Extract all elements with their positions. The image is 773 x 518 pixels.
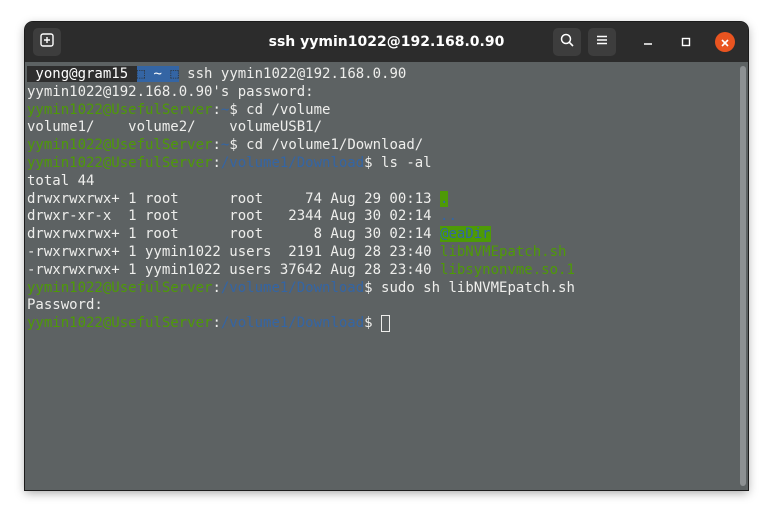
terminal-line: yymin1022@UsefulServer:/volume1/Download… bbox=[27, 315, 734, 333]
listing-name: libNVMEpatch.sh bbox=[440, 243, 567, 260]
prompt-path: /volume1/Download bbox=[220, 279, 365, 296]
listing-meta: drwxrwxrwx+ 1 root root 8 Aug 30 02:14 bbox=[27, 226, 441, 243]
terminal-line: yymin1022@UsefulServer:~$ cd /volume1/Do… bbox=[27, 137, 734, 155]
command-text: $ bbox=[364, 315, 382, 332]
terminal-window: ssh yymin1022@192.168.0.90 yong@gram15 ⬚… bbox=[25, 22, 748, 490]
title-bar[interactable]: ssh yymin1022@192.168.0.90 bbox=[25, 22, 748, 62]
search-button[interactable] bbox=[553, 28, 581, 56]
listing-meta: drwxr-xr-x 1 root root 2344 Aug 30 02:14 bbox=[27, 208, 441, 225]
listing-name: . bbox=[440, 190, 449, 207]
command-text: $ ls -al bbox=[364, 154, 432, 171]
listing-row: -rwxrwxrwx+ 1 yymin1022 users 2191 Aug 2… bbox=[27, 244, 734, 262]
remote-prompt-user: yymin1022@UsefulServer bbox=[27, 137, 213, 154]
scrollbar[interactable] bbox=[740, 66, 746, 486]
prompt-separator-glyph: ⬚ bbox=[136, 66, 146, 82]
local-prompt-dir: ~ bbox=[145, 66, 171, 82]
command-text: $ cd /volume bbox=[229, 101, 331, 118]
remote-prompt-user: yymin1022@UsefulServer bbox=[27, 154, 213, 171]
terminal-line: yymin1022@UsefulServer:~$ cd /volume bbox=[27, 102, 734, 120]
terminal-line: total 44 bbox=[27, 172, 95, 189]
listing-meta: -rwxrwxrwx+ 1 yymin1022 users 37642 Aug … bbox=[27, 261, 441, 278]
prompt-colon: : bbox=[212, 154, 221, 171]
prompt-colon: : bbox=[212, 279, 221, 296]
text-cursor bbox=[381, 315, 391, 333]
listing-name: @eaDir bbox=[440, 226, 491, 243]
minimize-icon bbox=[642, 33, 654, 52]
maximize-button[interactable] bbox=[675, 31, 697, 53]
hamburger-menu-icon bbox=[594, 32, 610, 52]
prompt-colon: : bbox=[212, 315, 221, 332]
terminal-line: yong@gram15 ⬚ ~ ⬚ ssh yymin1022@192.168.… bbox=[27, 66, 734, 84]
prompt-colon: : bbox=[212, 137, 221, 154]
terminal-output[interactable]: yong@gram15 ⬚ ~ ⬚ ssh yymin1022@192.168.… bbox=[25, 62, 734, 490]
terminal-line: yymin1022@192.168.0.90's password: bbox=[27, 83, 314, 100]
new-tab-button[interactable] bbox=[33, 28, 61, 56]
menu-button[interactable] bbox=[588, 28, 616, 56]
command-text: $ cd /volume1/Download/ bbox=[229, 137, 424, 154]
listing-meta: -rwxrwxrwx+ 1 yymin1022 users 2191 Aug 2… bbox=[27, 243, 441, 260]
terminal-line: Password: bbox=[27, 297, 103, 314]
remote-prompt-user: yymin1022@UsefulServer bbox=[27, 279, 213, 296]
command-text: $ sudo sh libNVMEpatch.sh bbox=[364, 279, 575, 296]
maximize-icon bbox=[680, 33, 692, 52]
listing-meta: drwxrwxrwx+ 1 root root 74 Aug 29 00:13 bbox=[27, 190, 441, 207]
listing-row: -rwxrwxrwx+ 1 yymin1022 users 37642 Aug … bbox=[27, 262, 734, 280]
remote-prompt-user: yymin1022@UsefulServer bbox=[27, 315, 213, 332]
prompt-separator-glyph: ⬚ bbox=[170, 66, 179, 82]
close-icon bbox=[720, 33, 730, 52]
terminal-line: yymin1022@UsefulServer:/volume1/Download… bbox=[27, 155, 734, 173]
listing-row: drwxr-xr-x 1 root root 2344 Aug 30 02:14… bbox=[27, 208, 734, 226]
remote-prompt-user: yymin1022@UsefulServer bbox=[27, 101, 213, 118]
terminal-line: yymin1022@UsefulServer:/volume1/Download… bbox=[27, 280, 734, 298]
listing-name: libsynonvme.so.1 bbox=[440, 261, 575, 278]
close-button[interactable] bbox=[714, 31, 736, 53]
prompt-colon: : bbox=[212, 101, 221, 118]
listing-name: .. bbox=[440, 208, 457, 225]
listing-row: drwxrwxrwx+ 1 root root 8 Aug 30 02:14 @… bbox=[27, 226, 734, 244]
local-prompt-user: yong@gram15 bbox=[27, 66, 137, 82]
prompt-path: /volume1/Download bbox=[220, 315, 365, 332]
new-tab-icon bbox=[39, 32, 55, 52]
prompt-path: /volume1/Download bbox=[220, 154, 365, 171]
search-icon bbox=[559, 32, 575, 52]
command-text: ssh yymin1022@192.168.0.90 bbox=[178, 66, 407, 82]
terminal-line: volume1/ volume2/ volumeUSB1/ bbox=[27, 119, 323, 136]
minimize-button[interactable] bbox=[637, 31, 659, 53]
listing-row: drwxrwxrwx+ 1 root root 74 Aug 29 00:13 … bbox=[27, 190, 734, 209]
